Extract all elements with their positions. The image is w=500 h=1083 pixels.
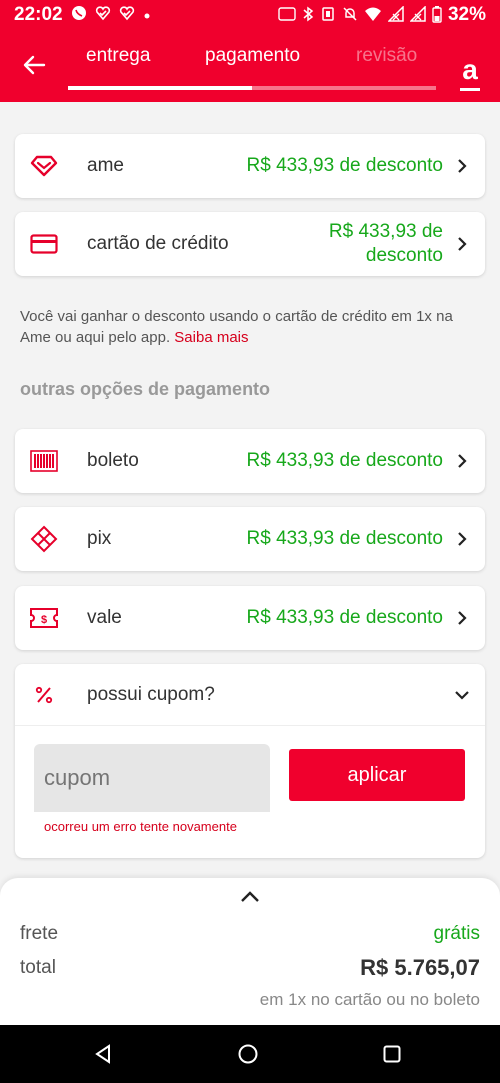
- signal-icon: [387, 4, 404, 25]
- coupon-error-message: ocorreu um erro tente novamente: [44, 819, 237, 834]
- payment-option-label: vale: [87, 607, 122, 628]
- other-options-title: outras opções de pagamento: [20, 379, 271, 399]
- payment-option-label: ame: [87, 155, 124, 176]
- total-label: total: [20, 957, 56, 978]
- vibrate-icon: [320, 6, 336, 25]
- whatsapp-icon: [71, 5, 87, 25]
- discount-text: R$ 433,93 de desconto: [329, 220, 443, 268]
- coupon-title: possui cupom?: [87, 683, 215, 705]
- payment-option-pix[interactable]: pix R$ 433,93 de desconto: [15, 507, 485, 571]
- signal-icon: [409, 4, 426, 25]
- discount-text: R$ 433,93 de desconto: [246, 607, 444, 628]
- logo-underline: [460, 88, 480, 91]
- payment-option-label: pix: [87, 528, 112, 549]
- back-icon[interactable]: [91, 1042, 115, 1066]
- payment-option-ame[interactable]: ame R$ 433,93 de desconto: [15, 134, 485, 198]
- checkout-header: entrega pagamento revisão a: [0, 30, 500, 102]
- discount-text: R$ 433,93 de desconto: [246, 155, 444, 176]
- shipping-value: grátis: [433, 923, 480, 944]
- dot-icon: [143, 7, 151, 24]
- payment-content[interactable]: ame R$ 433,93 de desconto cartão de créd…: [0, 102, 500, 880]
- discount-info: Você vai ganhar o desconto usando o cart…: [20, 306, 480, 348]
- hd-icon: [278, 6, 296, 24]
- payment-option-label: boleto: [87, 450, 139, 471]
- saiba-mais-link[interactable]: Saiba mais: [174, 329, 248, 346]
- discount-text: R$ 433,93 de desconto: [246, 450, 444, 471]
- payment-option-vale[interactable]: $ vale R$ 433,93 de desconto: [15, 586, 485, 650]
- chevron-right-icon: [458, 454, 467, 468]
- apply-coupon-button[interactable]: aplicar: [289, 749, 465, 801]
- shipping-label: frete: [20, 923, 59, 944]
- chevron-right-icon: [458, 532, 467, 546]
- voucher-icon: $: [29, 603, 59, 633]
- credit-card-icon: [29, 229, 59, 259]
- order-summary: frete grátis total R$ 5.765,07 em 1x no …: [0, 878, 500, 1025]
- discount-line-1: R$ 433,93 de: [328, 221, 443, 242]
- battery-icon: [432, 5, 442, 26]
- payment-terms: em 1x no cartão ou no boleto: [259, 990, 480, 1009]
- system-nav-bar: [0, 1025, 500, 1083]
- chevron-right-icon: [458, 611, 467, 625]
- wifi-icon: [364, 6, 382, 25]
- payment-option-label: cartão de crédito: [87, 233, 229, 254]
- pix-icon: [29, 524, 59, 554]
- heart-icon: [29, 151, 59, 181]
- chevron-right-icon: [458, 159, 467, 173]
- checkout-progress-bar: [68, 86, 436, 90]
- bluetooth-icon: [302, 6, 314, 25]
- battery-percentage: 32%: [447, 4, 486, 25]
- recents-icon[interactable]: [380, 1042, 404, 1066]
- percent-icon: [29, 680, 59, 710]
- coupon-input[interactable]: [34, 744, 270, 812]
- check-heart-icon: [95, 5, 111, 25]
- progress-fill: [68, 86, 252, 90]
- status-bar: 22:02 32%: [0, 0, 500, 30]
- payment-option-credit-card[interactable]: cartão de crédito R$ 433,93 de desconto: [15, 212, 485, 276]
- discount-line-2: desconto: [365, 245, 443, 266]
- coupon-toggle[interactable]: possui cupom?: [15, 664, 485, 726]
- payment-option-boleto[interactable]: boleto R$ 433,93 de desconto: [15, 429, 485, 493]
- svg-text:$: $: [41, 614, 47, 626]
- chevron-right-icon: [458, 237, 467, 251]
- status-time: 22:02: [14, 4, 63, 25]
- tab-entrega[interactable]: entrega: [86, 45, 150, 67]
- check-heart-icon: [119, 5, 135, 25]
- chevron-down-icon: [455, 690, 469, 700]
- store-logo: a: [459, 54, 481, 93]
- chevron-up-icon[interactable]: [240, 890, 260, 904]
- mute-icon: [342, 6, 358, 25]
- home-icon[interactable]: [236, 1042, 260, 1066]
- tab-pagamento[interactable]: pagamento: [205, 45, 300, 67]
- tab-revisao[interactable]: revisão: [356, 45, 417, 67]
- coupon-section: possui cupom? aplicar ocorreu um erro te…: [15, 664, 485, 858]
- back-arrow-icon[interactable]: [22, 52, 48, 78]
- discount-text: R$ 433,93 de desconto: [246, 528, 444, 549]
- barcode-icon: [29, 446, 59, 476]
- total-value: R$ 5.765,07: [360, 955, 480, 980]
- logo-letter: a: [462, 54, 478, 85]
